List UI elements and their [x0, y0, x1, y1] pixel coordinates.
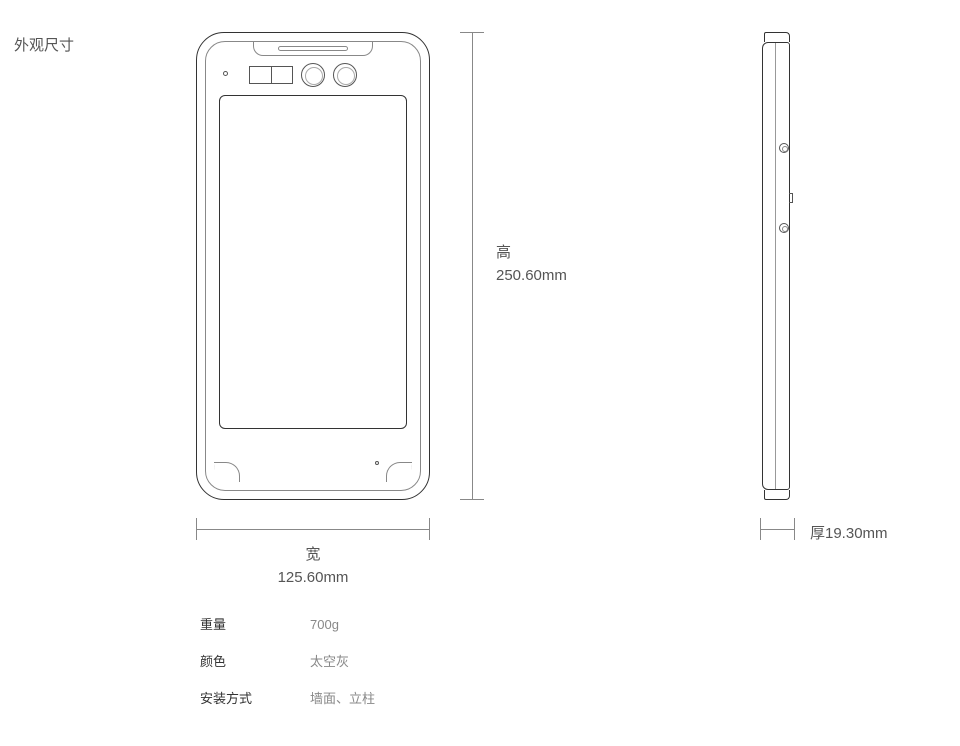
height-label-text: 高	[496, 242, 567, 265]
spec-label: 重量	[200, 614, 310, 633]
height-value-text: 250.60mm	[496, 265, 567, 288]
bottom-right-cutout	[386, 462, 412, 482]
side-seam-line	[775, 43, 776, 489]
dimension-line	[196, 529, 430, 530]
device-side-view	[758, 32, 794, 500]
dimension-line	[760, 529, 794, 530]
spec-value: 700g	[310, 617, 339, 632]
camera-lens-2	[333, 63, 357, 87]
dimension-tick	[794, 518, 795, 540]
mounting-screw	[779, 143, 789, 153]
spec-value: 太空灰	[310, 651, 349, 670]
mounting-screw	[779, 223, 789, 233]
width-value-text: 125.60mm	[196, 567, 430, 590]
spec-table: 重量 700g 颜色 太空灰 安装方式 墙面、立柱	[200, 614, 375, 725]
width-dimension: 宽 125.60mm	[196, 518, 430, 578]
spec-label: 安装方式	[200, 688, 310, 707]
microphone-hole	[375, 461, 379, 465]
spec-label: 颜色	[200, 651, 310, 670]
side-bottom-edge	[764, 490, 790, 500]
device-front-outline	[196, 32, 430, 500]
display-screen	[219, 95, 407, 429]
side-connector-pin	[789, 193, 793, 203]
dimension-line	[472, 32, 473, 500]
camera-lens-1	[301, 63, 325, 87]
side-top-edge	[764, 32, 790, 42]
speaker-slot	[278, 46, 348, 51]
spec-row: 安装方式 墙面、立柱	[200, 688, 375, 707]
height-dimension: 高 250.60mm	[460, 32, 570, 500]
width-label: 宽 125.60mm	[196, 544, 430, 589]
thickness-dimension: 厚19.30mm	[752, 518, 952, 558]
height-label: 高 250.60mm	[496, 242, 567, 287]
sensor-array	[249, 66, 293, 84]
spec-row: 重量 700g	[200, 614, 375, 633]
thickness-label: 厚19.30mm	[810, 522, 888, 543]
spec-row: 颜色 太空灰	[200, 651, 375, 670]
indicator-led	[223, 71, 228, 76]
device-side-outline	[762, 42, 790, 490]
width-label-text: 宽	[196, 544, 430, 567]
device-front-view	[196, 32, 430, 500]
section-title: 外观尺寸	[14, 34, 74, 55]
bottom-left-cutout	[214, 462, 240, 482]
spec-value: 墙面、立柱	[310, 688, 375, 707]
